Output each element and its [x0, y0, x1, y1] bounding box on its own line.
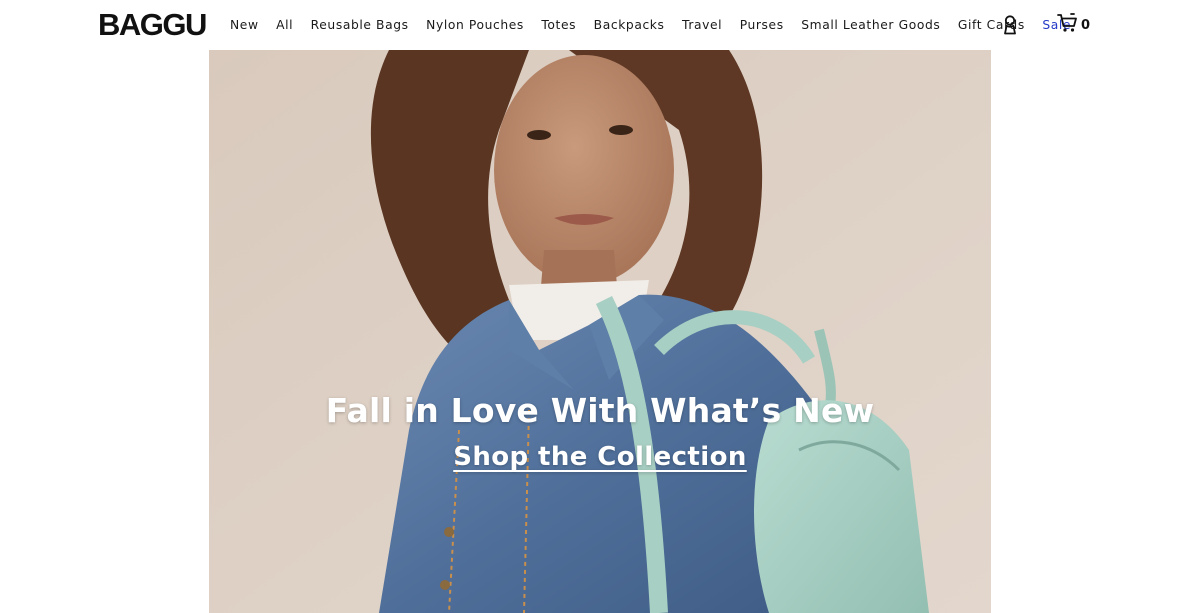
nav-item-new[interactable]: New	[230, 18, 259, 32]
nav-item-all[interactable]: All	[276, 18, 293, 32]
nav-item-reusable-bags[interactable]: Reusable Bags	[311, 18, 409, 32]
hero-image	[209, 50, 991, 613]
nav-item-small-leather-goods[interactable]: Small Leather Goods	[801, 18, 940, 32]
nav-item-travel[interactable]: Travel	[682, 18, 722, 32]
nav-item-backpacks[interactable]: Backpacks	[594, 18, 665, 32]
cart-icon	[1057, 12, 1079, 38]
nav-item-nylon-pouches[interactable]: Nylon Pouches	[426, 18, 524, 32]
nav-item-purses[interactable]: Purses	[740, 18, 784, 32]
nav-item-totes[interactable]: Totes	[541, 18, 576, 32]
main-nav: New All Reusable Bags Nylon Pouches Tote…	[230, 15, 1071, 35]
cart-count: 0	[1081, 17, 1091, 33]
baggu-logo[interactable]: BAGGU	[98, 7, 207, 43]
hero-cta-wrapper: Shop the Collection	[209, 442, 991, 472]
person-icon[interactable]	[1001, 14, 1019, 36]
shop-collection-link[interactable]: Shop the Collection	[453, 442, 747, 472]
site-header: BAGGU New All Reusable Bags Nylon Pouche…	[0, 0, 1200, 50]
hero-banner[interactable]: Fall in Love With What’s New Shop the Co…	[209, 50, 991, 613]
hero-headline: Fall in Love With What’s New	[325, 391, 875, 430]
cart-button[interactable]: 0	[1057, 12, 1091, 38]
